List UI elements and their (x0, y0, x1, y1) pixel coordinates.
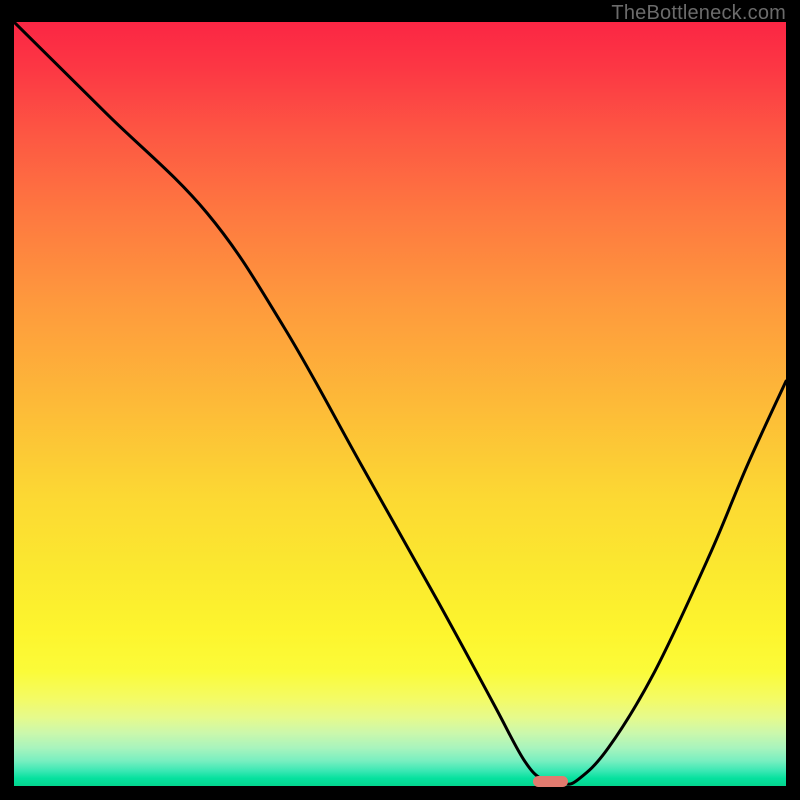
chart-frame: TheBottleneck.com (0, 0, 800, 800)
optimal-marker (533, 776, 568, 788)
plot-gradient-background (14, 22, 786, 786)
plot-outer (14, 22, 786, 786)
